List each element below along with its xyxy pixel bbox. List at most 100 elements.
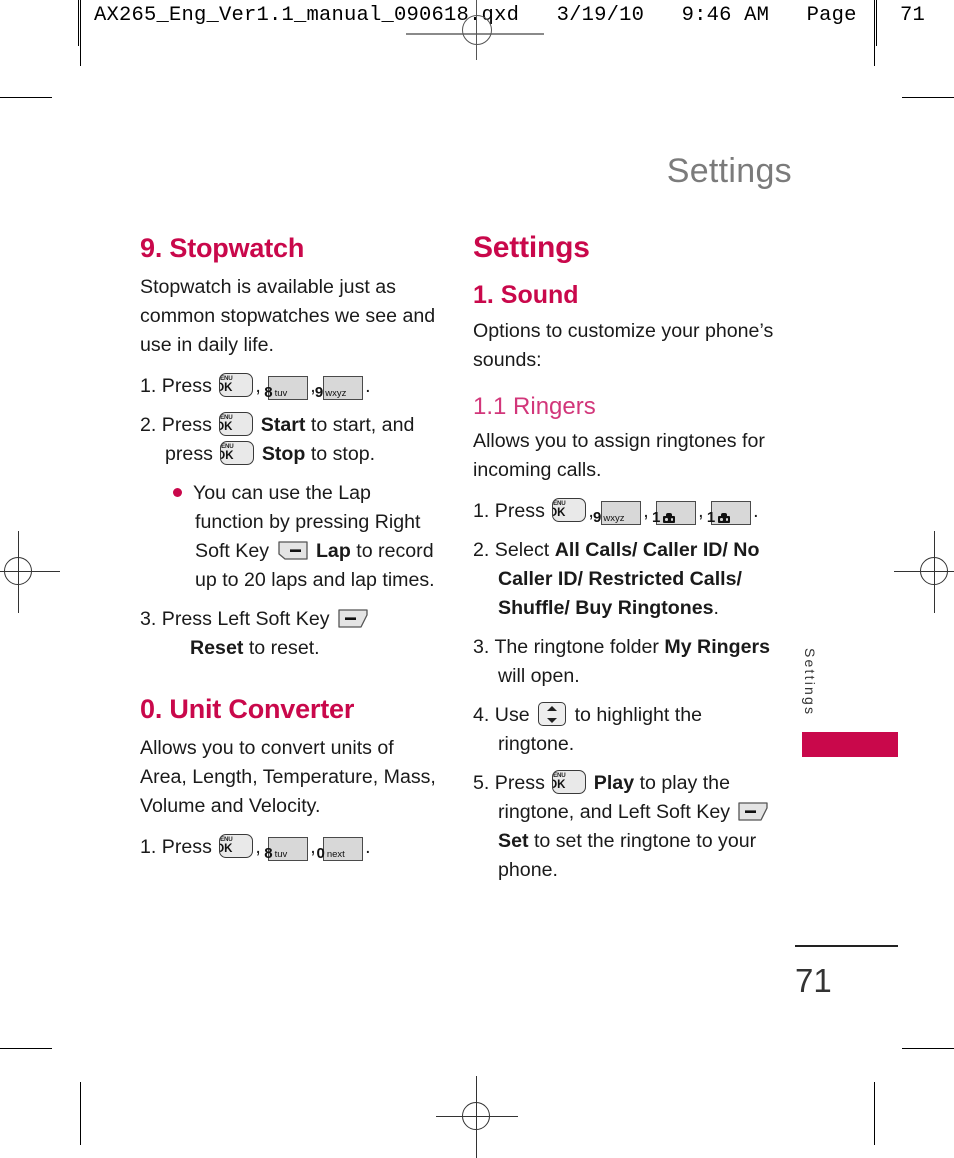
key-digit: 0	[316, 845, 325, 862]
ringers-step-2: 2. Select All Calls/ Caller ID/ No Calle…	[473, 536, 783, 623]
stop-label: Stop	[261, 443, 306, 465]
key-8-tuv-icon[interactable]: 8 tuv	[264, 376, 309, 401]
set-label: Set	[498, 830, 529, 852]
right-column: Settings 1. Sound Options to customize y…	[473, 232, 783, 895]
step-text-a: Use	[494, 704, 530, 726]
step-text-c: to stop.	[310, 443, 376, 465]
step-number: 4.	[473, 704, 490, 726]
side-tab-label: Settings	[802, 648, 818, 717]
menu-ok-key-line2: OK	[220, 842, 233, 855]
stopwatch-step-1: 1. Press MENU OK , 8tuv, 9wxyz.	[140, 372, 440, 401]
key-digit: 8	[264, 384, 273, 401]
step-verb: Press	[161, 375, 212, 397]
comma: ,	[698, 500, 704, 522]
unit-converter-step-1: 1. Press MENU OK , 8tuv, 0next.	[140, 833, 440, 862]
step-number: 1.	[140, 836, 157, 858]
key-1-voicemail-icon[interactable]: 1	[652, 501, 697, 526]
key-letters: next	[326, 849, 345, 860]
period: .	[753, 500, 759, 522]
step-number: 5.	[473, 772, 490, 794]
key-9-wxyz-icon[interactable]: 9 wxyz	[315, 376, 364, 401]
up-arrow-icon	[547, 705, 558, 711]
key-digit: 9	[593, 509, 602, 526]
step-text-b: to reset.	[248, 637, 320, 659]
menu-ok-key-icon[interactable]: MENU OK	[219, 834, 254, 858]
stopwatch-step-3: 3. Press Left Soft Key Reset to reset.	[140, 605, 440, 663]
comma: ,	[255, 836, 261, 858]
left-column: 9. Stopwatch Stopwatch is available just…	[140, 232, 440, 872]
step-number: 2.	[140, 414, 157, 436]
menu-ok-key-line2: OK	[220, 381, 233, 394]
key-digit: 9	[314, 384, 324, 401]
step-verb: Press	[494, 500, 545, 522]
side-tab-marker	[802, 732, 898, 757]
voicemail-icon	[718, 513, 731, 523]
heading-unit-converter: 0. Unit Converter	[140, 694, 355, 724]
key-9-wxyz-icon[interactable]: 9 wxyz	[593, 501, 642, 526]
heading-stopwatch: 9. Stopwatch	[140, 233, 305, 263]
step-text-b: will open.	[498, 665, 580, 687]
my-ringers-label: My Ringers	[664, 636, 770, 658]
folio-page-number: 71	[795, 962, 832, 999]
step-number: 3.	[473, 636, 490, 658]
menu-ok-key-line2: OK	[221, 449, 234, 462]
ringers-step-4: 4. Use to highlight the ringtone.	[473, 701, 783, 759]
stopwatch-intro-text: Stopwatch is available just as common st…	[140, 276, 436, 356]
key-digit: 1	[651, 509, 661, 526]
step-number: 2.	[473, 539, 490, 561]
menu-ok-key-icon[interactable]: MENU OK	[552, 498, 587, 522]
right-soft-key-icon[interactable]	[277, 541, 308, 560]
key-digit: 1	[706, 509, 716, 526]
key-0-next-icon[interactable]: 0 next	[317, 837, 364, 862]
menu-ok-key-line2: OK	[553, 506, 566, 519]
ringers-step-1: 1. Press MENU OK , 9wxyz, 1, 1.	[473, 497, 783, 526]
sound-intro-text: Options to customize your phone’s sounds…	[473, 320, 774, 371]
key-letters: tuv	[274, 849, 288, 860]
start-label: Start	[260, 414, 306, 436]
lap-label: Lap	[315, 540, 351, 562]
menu-ok-key-icon[interactable]: MENU OK	[552, 770, 587, 794]
comma: ,	[255, 375, 261, 397]
up-down-navigation-key-icon[interactable]	[538, 702, 567, 726]
step-text-a: The ringtone folder	[494, 636, 659, 658]
menu-ok-key-icon[interactable]: MENU OK	[219, 373, 254, 397]
step-text-a: Press Left Soft Key	[161, 608, 330, 630]
down-arrow-icon	[547, 717, 558, 723]
heading-settings: Settings	[473, 231, 590, 264]
menu-ok-key-icon[interactable]: MENU OK	[219, 412, 254, 436]
heading-ringers: 1.1 Ringers	[473, 393, 596, 420]
step-text-a: Select	[494, 539, 550, 561]
step-number: 3.	[140, 608, 157, 630]
comma: ,	[643, 500, 649, 522]
key-letters: tuv	[274, 388, 288, 399]
stopwatch-lap-bullet: You can use the Lap function by pressing…	[140, 479, 440, 595]
menu-ok-key-icon[interactable]: MENU OK	[220, 441, 255, 465]
menu-ok-key-line2: OK	[220, 420, 233, 433]
key-8-tuv-icon[interactable]: 8 tuv	[264, 837, 309, 862]
period: .	[713, 597, 719, 619]
key-letters: wxyz	[325, 388, 347, 399]
unit-converter-intro-text: Allows you to convert units of Area, Len…	[140, 737, 436, 817]
ringers-step-5: 5. Press MENU OK Play to play the ringto…	[473, 769, 783, 885]
running-header: Settings	[666, 152, 792, 190]
step-text-a: Press	[494, 772, 545, 794]
folio-rule	[795, 945, 898, 947]
manual-page: Settings 9. Stopwatch Stopwatch is avail…	[0, 0, 954, 1145]
key-1-voicemail-icon[interactable]: 1	[707, 501, 752, 526]
ringers-step-3: 3. The ringtone folder My Ringers will o…	[473, 633, 783, 691]
left-soft-key-icon[interactable]	[338, 609, 368, 628]
ringers-intro-text: Allows you to assign ringtones for incom…	[473, 430, 765, 481]
period: .	[365, 836, 371, 858]
step-number: 1.	[140, 375, 157, 397]
step-text-a: Press	[161, 414, 212, 436]
period: .	[365, 375, 371, 397]
key-letters: wxyz	[603, 513, 625, 524]
play-label: Play	[593, 772, 635, 794]
stopwatch-step-2: 2. Press MENU OK Start to start, and pre…	[140, 411, 440, 469]
voicemail-icon	[663, 513, 676, 523]
step-verb: Press	[161, 836, 212, 858]
reset-label: Reset	[190, 637, 244, 659]
left-soft-key-icon[interactable]	[738, 802, 769, 821]
step-text-c: to set the ringtone to your phone.	[498, 830, 757, 881]
heading-sound: 1. Sound	[473, 281, 579, 309]
